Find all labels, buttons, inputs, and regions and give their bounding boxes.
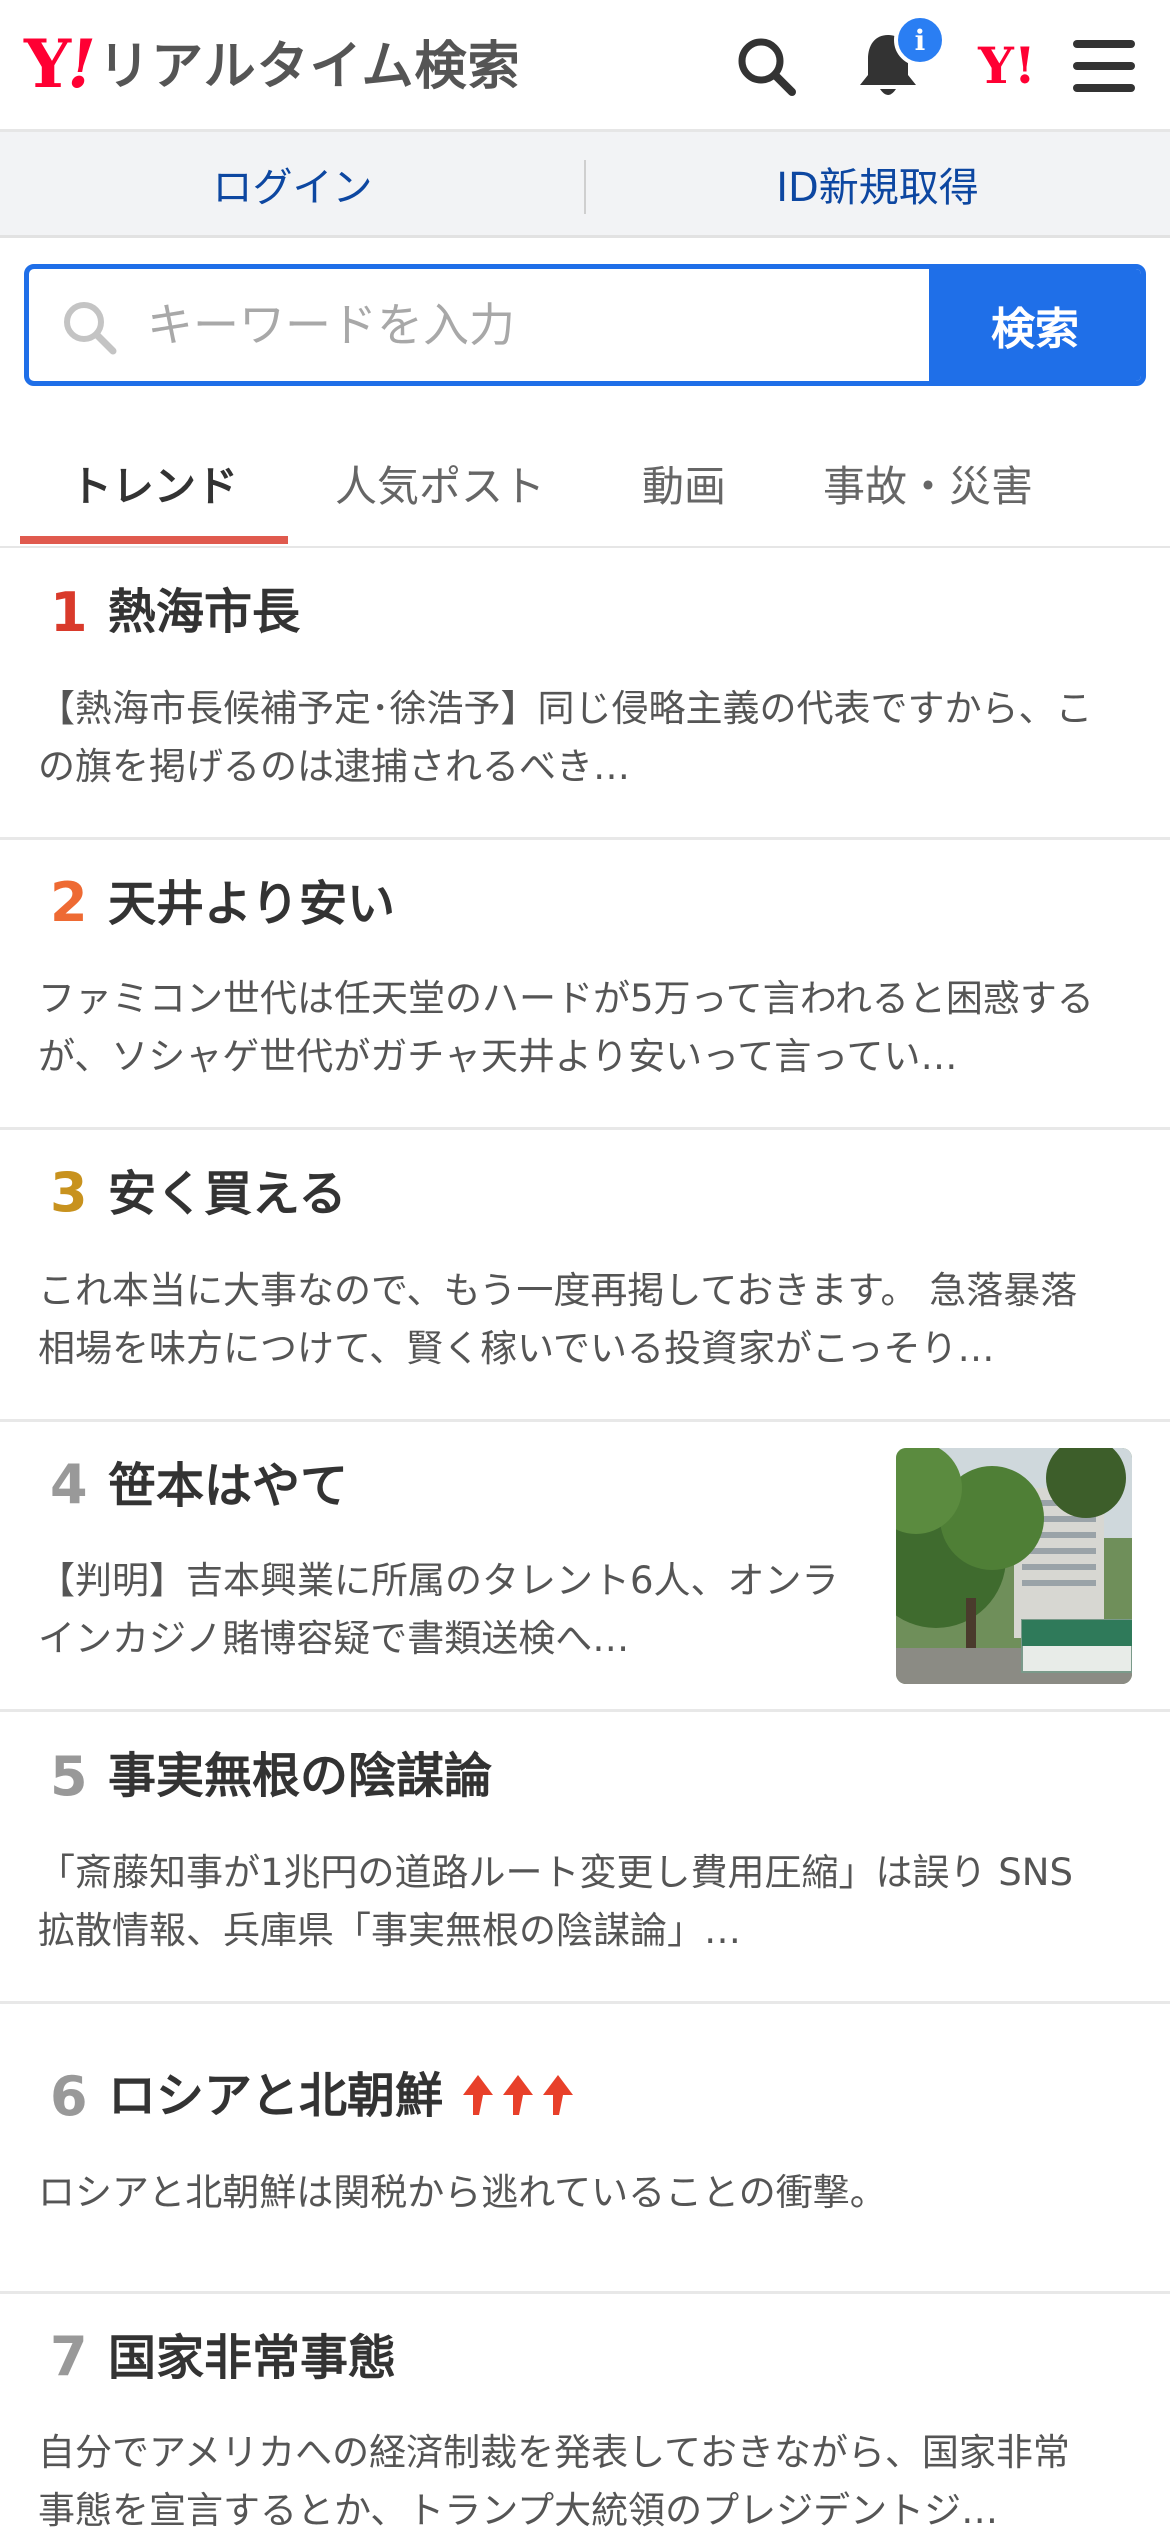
register-link[interactable]: ID新規取得 — [585, 132, 1170, 235]
login-bar: ログイン ID新規取得 — [0, 132, 1170, 238]
trend-title: 天井より安い — [108, 876, 396, 932]
trend-item[interactable]: 3 安く買える これ本当に大事なので、もう一度再掲しておきます。 急落暴落相場を… — [0, 1130, 1170, 1422]
notification-badge: i — [894, 14, 946, 66]
yahoo-realtime-logo[interactable]: Y ! リアルタイム検索 — [24, 28, 521, 100]
trend-rank: 2 — [50, 871, 88, 934]
trend-title-wrap: ロシアと北朝鮮 — [108, 2072, 575, 2121]
rising-arrows-icon — [461, 2073, 575, 2117]
login-link[interactable]: ログイン — [0, 132, 585, 235]
active-tab-indicator — [20, 536, 288, 544]
trend-description: これ本当に大事なので、もう一度再掲しておきます。 急落暴落相場を味方につけて、賢… — [38, 1269, 1078, 1370]
tab-trend[interactable]: トレンド — [20, 420, 288, 546]
app-header: Y ! リアルタイム検索 i Y! — [0, 0, 1170, 132]
trend-rank: 7 — [50, 2325, 88, 2388]
trend-description: 自分でアメリカへの経済制裁を発表しておきながら、国家非常事態を宣言するとか、トラ… — [38, 2431, 1070, 2532]
logo-y: Y — [24, 25, 71, 103]
trend-rank: 4 — [50, 1453, 88, 1516]
yahoo-mark-icon[interactable]: Y! — [962, 28, 1052, 104]
trend-description: ファミコン世代は任天堂のハードが5万って言われると困惑するが、ソシャゲ世代がガチ… — [38, 977, 1094, 1078]
trend-rank: 6 — [50, 2065, 88, 2128]
category-tabs: トレンド 人気ポスト 動画 事故・災害 — [0, 420, 1170, 548]
trend-rank: 5 — [50, 1745, 88, 1808]
trend-description: 【熱海市長候補予定･徐浩予】同じ侵略主義の代表ですから、この旗を掲げるのは逮捕さ… — [38, 687, 1093, 788]
trend-thumbnail[interactable] — [896, 1448, 1132, 1684]
yahoo-mark-text: Y! — [978, 36, 1036, 95]
trend-item[interactable]: 1 熱海市長 【熱海市長候補予定･徐浩予】同じ侵略主義の代表ですから、この旗を掲… — [0, 548, 1170, 840]
hamburger-menu-icon[interactable] — [1066, 28, 1142, 104]
trend-rank: 1 — [50, 581, 88, 644]
trend-description: ロシアと北朝鮮は関税から逃れていることの衝撃。 — [38, 2171, 887, 2214]
search-icon[interactable] — [728, 28, 804, 104]
trend-description: 【判明】吉本興業に所属のタレント6人、オンラインカジノ賭博容疑で書類送検へ… — [38, 1559, 839, 1660]
trend-title: 熱海市長 — [108, 584, 301, 640]
trend-title: ロシアと北朝鮮 — [108, 2068, 444, 2124]
login-bar-divider — [584, 160, 586, 214]
trend-title: 安く買える — [108, 1166, 347, 1222]
trend-title: 国家非常事態 — [108, 2330, 397, 2386]
search-box: 検索 — [24, 264, 1146, 386]
trend-item[interactable]: 6 ロシアと北朝鮮 ロシアと北朝鮮は関税から逃れていることの衝撃。 — [0, 2004, 1170, 2294]
trend-description: 「斎藤知事が1兆円の道路ルート変更し費用圧縮」は誤り SNS拡散情報、兵庫県「事… — [38, 1851, 1073, 1952]
tab-videos[interactable]: 動画 — [600, 420, 768, 546]
trend-title: 笹本はやて — [108, 1458, 349, 1514]
search-button[interactable]: 検索 — [929, 269, 1141, 381]
trend-title: 事実無根の陰謀論 — [108, 1748, 493, 1804]
search-input[interactable] — [29, 269, 935, 381]
trend-rank: 3 — [50, 1161, 88, 1224]
logo-bang: ! — [67, 25, 97, 103]
logo-text: リアルタイム検索 — [98, 37, 521, 97]
trend-item[interactable]: 4 笹本はやて 【判明】吉本興業に所属のタレント6人、オンラインカジノ賭博容疑で… — [0, 1422, 1170, 1712]
tab-popular-posts[interactable]: 人気ポスト — [300, 420, 580, 546]
tab-accidents-disasters[interactable]: 事故・災害 — [790, 420, 1066, 546]
trend-item[interactable]: 7 国家非常事態 自分でアメリカへの経済制裁を発表しておきながら、国家非常事態を… — [0, 2294, 1170, 2532]
trend-item[interactable]: 5 事実無根の陰謀論 「斎藤知事が1兆円の道路ルート変更し費用圧縮」は誤り SN… — [0, 1712, 1170, 2004]
trend-item[interactable]: 2 天井より安い ファミコン世代は任天堂のハードが5万って言われると困惑するが、… — [0, 840, 1170, 1130]
